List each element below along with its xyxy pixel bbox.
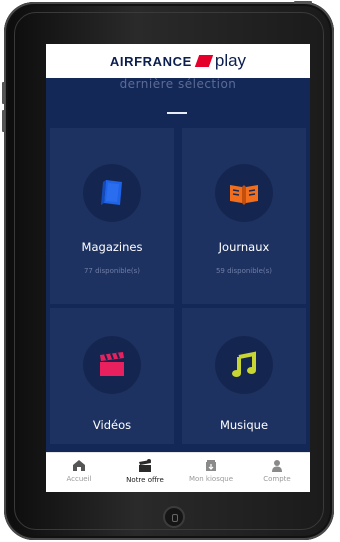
tile-label: Magazines	[81, 240, 143, 254]
tile-videos[interactable]: Vidéos	[50, 308, 174, 444]
volume-button	[2, 110, 5, 132]
power-button	[294, 1, 312, 4]
tab-compte[interactable]: Compte	[244, 453, 310, 492]
tile-magazines[interactable]: Magazines 77 disponible(s)	[50, 128, 174, 304]
brand-logo-icon	[194, 55, 214, 67]
tile-musique[interactable]: Musique	[182, 308, 306, 444]
music-note-icon	[232, 351, 256, 377]
tile-icon-circle	[215, 164, 273, 222]
tab-accueil[interactable]: Accueil	[46, 453, 112, 492]
tile-icon-circle	[83, 164, 141, 222]
section-title: dernière sélection	[119, 77, 237, 91]
home-button[interactable]	[163, 506, 185, 528]
app-header: AIRFRANCE play	[46, 44, 310, 78]
tab-notre-offre[interactable]: Notre offre	[112, 453, 178, 492]
user-icon	[272, 460, 282, 472]
brand-suffix: play	[214, 51, 247, 70]
tab-label: Accueil	[66, 475, 92, 483]
tab-mon-kiosque[interactable]: Mon kiosque	[178, 453, 244, 492]
kiosk-icon	[206, 460, 216, 471]
offer-icon	[139, 459, 151, 472]
tile-availability: 59 disponible(s)	[215, 267, 273, 275]
tile-label: Vidéos	[92, 418, 132, 432]
home-icon	[73, 460, 85, 471]
tile-label: Journaux	[218, 240, 270, 254]
bottom-tab-bar: Accueil Notre offre Mon kiosque Compte	[46, 452, 310, 492]
tile-label: Musique	[219, 418, 269, 432]
volume-button	[2, 82, 5, 104]
tile-availability: 77 disponible(s)	[83, 267, 141, 275]
tab-label: Mon kiosque	[188, 475, 234, 483]
tile-icon-circle	[215, 336, 273, 394]
app-screen: AIRFRANCE play dernière sélection Magazi…	[46, 44, 310, 492]
section-divider	[167, 112, 187, 114]
tile-journaux[interactable]: Journaux 59 disponible(s)	[182, 128, 306, 304]
clapperboard-icon	[100, 352, 124, 376]
brand-name: AIRFRANCE	[109, 53, 192, 69]
magazine-icon	[101, 180, 122, 205]
tab-label: Notre offre	[126, 476, 164, 484]
tab-label: Compte	[263, 475, 291, 483]
tile-icon-circle	[83, 336, 141, 394]
open-book-icon	[230, 185, 258, 205]
